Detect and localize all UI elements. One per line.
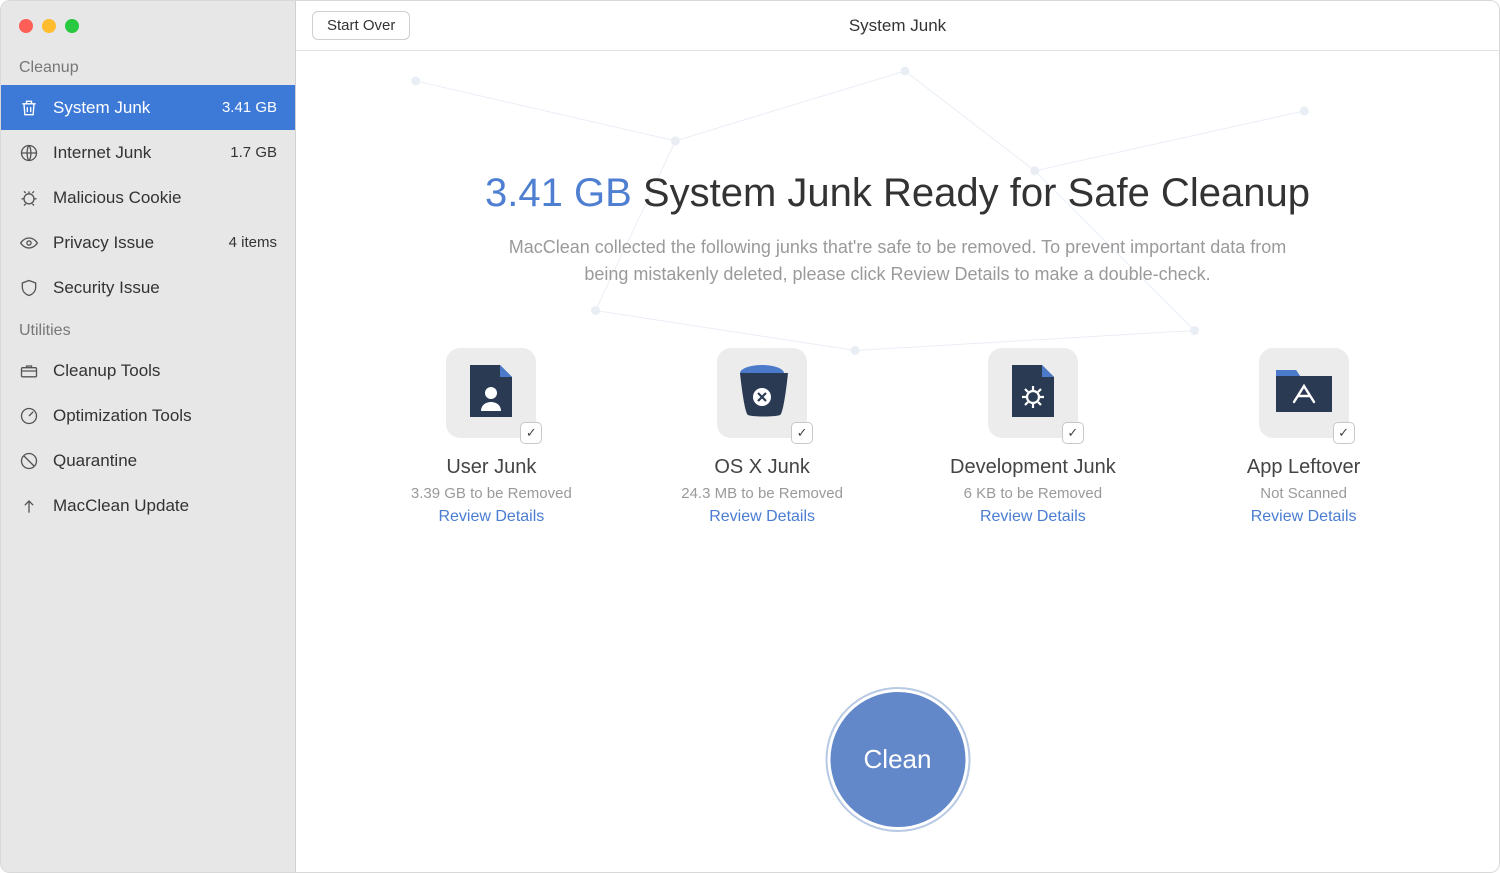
file-user-icon — [468, 363, 514, 424]
sidebar-item-label: Malicious Cookie — [53, 188, 263, 208]
sidebar-item-malicious-cookie[interactable]: Malicious Cookie — [1, 175, 295, 220]
sidebar-item-cleanup-tools[interactable]: Cleanup Tools — [1, 348, 295, 393]
card-checkbox[interactable]: ✓ — [791, 422, 813, 444]
card-checkbox[interactable]: ✓ — [520, 422, 542, 444]
review-details-link[interactable]: Review Details — [438, 508, 544, 526]
headline-rest: System Junk Ready for Safe Cleanup — [632, 171, 1310, 215]
content-area: 3.41 GB System Junk Ready for Safe Clean… — [296, 51, 1499, 872]
bucket-icon — [736, 363, 788, 424]
review-details-link[interactable]: Review Details — [709, 508, 815, 526]
sidebar-item-label: Security Issue — [53, 278, 263, 298]
clean-button[interactable]: Clean — [830, 692, 965, 827]
close-window-button[interactable] — [19, 19, 33, 33]
card-sub: 6 KB to be Removed — [923, 485, 1143, 502]
shield-icon — [19, 278, 39, 298]
review-details-link[interactable]: Review Details — [980, 508, 1086, 526]
sidebar-item-privacy-issue[interactable]: Privacy Issue 4 items — [1, 220, 295, 265]
main-panel: Start Over System Junk 3.41 GB System Ju… — [296, 1, 1499, 872]
eye-icon — [19, 233, 39, 253]
sidebar-item-macclean-update[interactable]: MacClean Update — [1, 483, 295, 528]
cards-row: ✓ User Junk 3.39 GB to be Removed Review… — [356, 348, 1439, 526]
window-controls — [1, 1, 295, 47]
app-window: Cleanup System Junk 3.41 GB Internet Jun… — [0, 0, 1500, 873]
sidebar-item-label: Quarantine — [53, 451, 277, 471]
card-development-junk: ✓ Development Junk 6 KB to be Removed Re… — [923, 348, 1143, 526]
update-arrow-icon — [19, 496, 39, 516]
start-over-button[interactable]: Start Over — [312, 11, 410, 40]
sidebar-item-label: Cleanup Tools — [53, 361, 277, 381]
page-title: System Junk — [296, 16, 1499, 36]
card-icon-box[interactable]: ✓ — [446, 348, 536, 438]
headline-size: 3.41 GB — [485, 171, 632, 215]
card-title: Development Junk — [923, 456, 1143, 479]
sidebar: Cleanup System Junk 3.41 GB Internet Jun… — [1, 1, 296, 872]
gauge-icon — [19, 406, 39, 426]
sidebar-item-label: MacClean Update — [53, 496, 277, 516]
sidebar-item-optimization-tools[interactable]: Optimization Tools — [1, 393, 295, 438]
zoom-window-button[interactable] — [65, 19, 79, 33]
card-title: App Leftover — [1194, 456, 1414, 479]
card-app-leftover: ✓ App Leftover Not Scanned Review Detail… — [1194, 348, 1414, 526]
card-sub: Not Scanned — [1194, 485, 1414, 502]
card-icon-box[interactable]: ✓ — [1259, 348, 1349, 438]
sidebar-item-badge: 4 items — [229, 234, 277, 251]
minimize-window-button[interactable] — [42, 19, 56, 33]
toolbox-icon — [19, 361, 39, 381]
sidebar-item-quarantine[interactable]: Quarantine — [1, 438, 295, 483]
card-checkbox[interactable]: ✓ — [1333, 422, 1355, 444]
sidebar-item-security-issue[interactable]: Security Issue — [1, 265, 295, 310]
toolbar: Start Over System Junk — [296, 1, 1499, 51]
globe-icon — [19, 143, 39, 163]
sidebar-item-label: Internet Junk — [53, 143, 216, 163]
file-gear-icon — [1010, 363, 1056, 424]
subline: MacClean collected the following junks t… — [498, 234, 1298, 288]
card-icon-box[interactable]: ✓ — [717, 348, 807, 438]
card-checkbox[interactable]: ✓ — [1062, 422, 1084, 444]
bug-icon — [19, 188, 39, 208]
folder-app-icon — [1274, 366, 1334, 421]
card-title: User Junk — [381, 456, 601, 479]
card-icon-box[interactable]: ✓ — [988, 348, 1078, 438]
card-user-junk: ✓ User Junk 3.39 GB to be Removed Review… — [381, 348, 601, 526]
sidebar-item-label: System Junk — [53, 98, 208, 118]
review-details-link[interactable]: Review Details — [1251, 508, 1357, 526]
card-sub: 24.3 MB to be Removed — [652, 485, 872, 502]
sidebar-item-internet-junk[interactable]: Internet Junk 1.7 GB — [1, 130, 295, 175]
sidebar-item-label: Optimization Tools — [53, 406, 277, 426]
sidebar-section-cleanup: Cleanup — [1, 47, 295, 85]
card-osx-junk: ✓ OS X Junk 24.3 MB to be Removed Review… — [652, 348, 872, 526]
headline: 3.41 GB System Junk Ready for Safe Clean… — [296, 171, 1499, 216]
sidebar-item-label: Privacy Issue — [53, 233, 215, 253]
sidebar-item-badge: 3.41 GB — [222, 99, 277, 116]
card-title: OS X Junk — [652, 456, 872, 479]
sidebar-item-badge: 1.7 GB — [230, 144, 277, 161]
card-sub: 3.39 GB to be Removed — [381, 485, 601, 502]
sidebar-item-system-junk[interactable]: System Junk 3.41 GB — [1, 85, 295, 130]
trash-icon — [19, 98, 39, 118]
ban-icon — [19, 451, 39, 471]
sidebar-section-utilities: Utilities — [1, 310, 295, 348]
